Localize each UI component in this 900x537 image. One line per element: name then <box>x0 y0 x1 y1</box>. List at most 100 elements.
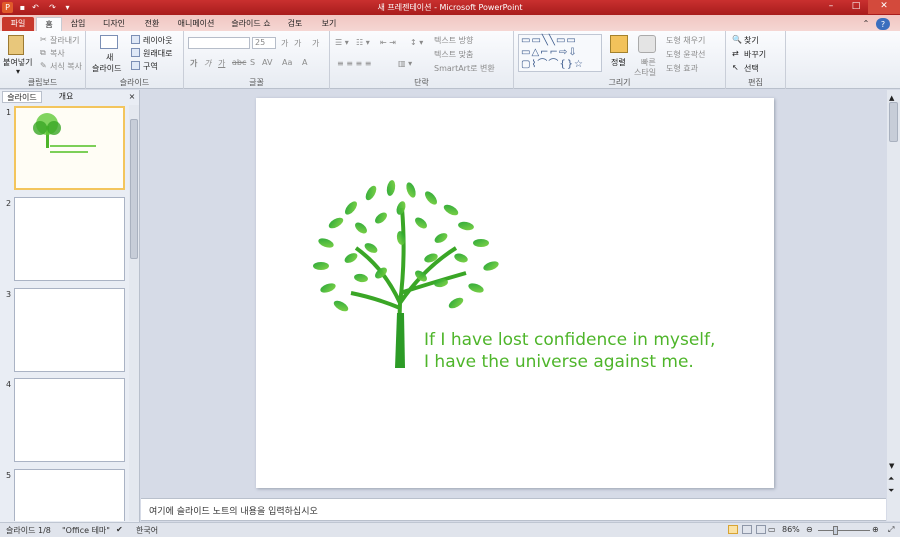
minimize-button[interactable]: – <box>818 0 844 14</box>
slide-canvas[interactable]: If I have lost confidence in myself, I h… <box>256 98 774 488</box>
shapes-gallery[interactable]: ▭▭╲╲▭▭ ▭△⌐⌐⇨⇩ ▢⌇⌒⌒{}☆ <box>518 34 602 72</box>
theme-name: "Office 테마" <box>62 526 110 535</box>
tab-review[interactable]: 검토 <box>280 17 310 31</box>
align-text-button[interactable]: 텍스트 맞춤 <box>434 49 473 60</box>
reset-icon <box>131 48 140 57</box>
numbering-icon[interactable]: ☷ ▾ <box>356 38 370 47</box>
underline-button[interactable]: 가 <box>218 58 225 69</box>
spacing-button[interactable]: AV <box>262 58 272 67</box>
tab-home[interactable]: 홈 <box>36 17 62 31</box>
select-button[interactable]: 선택 <box>744 63 759 74</box>
quote-line-2: I have the universe against me. <box>424 352 694 372</box>
tab-slideshow[interactable]: 슬라이드 쇼 <box>226 17 276 31</box>
help-icon[interactable]: ? <box>876 18 890 30</box>
tab-slides-panel[interactable]: 슬라이드 <box>2 91 42 103</box>
smartart-button[interactable]: SmartArt로 변환 <box>434 63 495 74</box>
ribbon-minimize-icon[interactable]: ⌃ <box>860 17 872 31</box>
next-slide-icon[interactable]: ⏷ <box>888 486 894 496</box>
normal-view-icon[interactable] <box>728 525 738 534</box>
case-button[interactable]: Aa <box>282 58 292 67</box>
scroll-up-icon[interactable]: ▲ <box>889 94 894 102</box>
thumb-number: 3 <box>6 290 12 299</box>
tab-transitions[interactable]: 전환 <box>136 17 168 31</box>
shrink-font-button[interactable]: 가 <box>294 38 301 49</box>
layout-button[interactable]: 레이아웃 <box>143 35 172 46</box>
slide-sorter-icon[interactable] <box>742 525 752 534</box>
bold-button[interactable]: 가 <box>190 58 197 69</box>
arrange-icon <box>610 35 628 53</box>
font-color-icon[interactable]: A <box>302 58 307 67</box>
shadow-button[interactable]: S <box>250 58 255 67</box>
zoom-out-icon[interactable]: ⊖ <box>806 525 813 534</box>
zoom-slider[interactable] <box>818 530 870 531</box>
new-slide-label1[interactable]: 새 <box>106 52 113 63</box>
shape-effects-button[interactable]: 도형 효과 <box>666 63 698 74</box>
scroll-down-icon[interactable]: ▼ <box>889 462 894 470</box>
tab-animations[interactable]: 애니메이션 <box>170 17 222 31</box>
language[interactable]: 한국어 <box>136 525 158 536</box>
bullets-icon[interactable]: ☰ ▾ <box>335 38 349 47</box>
shape-outline-button[interactable]: 도형 윤곽선 <box>666 49 705 60</box>
prev-slide-icon[interactable]: ⏶ <box>888 474 894 484</box>
scroll-thumb[interactable] <box>130 119 138 259</box>
slide-thumbnail-5[interactable] <box>14 469 125 521</box>
font-size-combo[interactable]: 25 <box>252 37 276 49</box>
close-button[interactable]: ✕ <box>868 0 900 14</box>
strike-button[interactable]: abc <box>232 58 246 67</box>
ribbon-tabs: 파일 홈 삽입 디자인 전환 애니메이션 슬라이드 쇼 검토 보기 ⌃ ? <box>0 15 900 31</box>
clear-format-button[interactable]: 가 <box>312 38 319 49</box>
grow-font-button[interactable]: 가 <box>281 38 288 49</box>
cut-icon: ✂ <box>40 35 47 44</box>
slide-thumbnail-4[interactable] <box>14 378 125 462</box>
group-paragraph: ☰ ▾ ☷ ▾ ⇤ ⇥ ↕ ▾ ≡ ≡ ≡ ≡ ▥ ▾ 텍스트 방향 텍스트 맞… <box>330 31 514 89</box>
slide-thumbnail-3[interactable] <box>14 288 125 372</box>
spellcheck-icon[interactable]: ✔ <box>116 525 123 534</box>
reset-button[interactable]: 원래대로 <box>143 48 172 59</box>
slideshow-icon[interactable]: ▭ <box>768 525 776 534</box>
text-direction-button[interactable]: 텍스트 방향 <box>434 35 473 46</box>
indent-icons[interactable]: ⇤ ⇥ <box>380 38 396 47</box>
find-button[interactable]: 찾기 <box>744 35 759 46</box>
editor-scrollbar[interactable]: ▲ ▼ ⏶ ⏷ <box>887 90 900 521</box>
reading-view-icon[interactable] <box>756 525 766 534</box>
replace-icon: ⇄ <box>732 49 739 58</box>
cut-button[interactable]: 잘라내기 <box>50 35 79 46</box>
zoom-level[interactable]: 86% <box>782 525 800 534</box>
slide-pane-scrollbar[interactable] <box>129 105 139 521</box>
thumb-number: 4 <box>6 380 12 389</box>
italic-button[interactable]: 가 <box>204 58 211 69</box>
zoom-slider-thumb[interactable] <box>833 526 838 535</box>
font-label: 글꼴 <box>249 78 264 87</box>
format-painter-button[interactable]: 서식 복사 <box>50 61 82 72</box>
tab-file[interactable]: 파일 <box>2 17 34 31</box>
title-bar: P ▪ ↶ ↷ ▾ 새 프레젠테이션 - Microsoft PowerPoin… <box>0 0 900 15</box>
slide-thumbnail-2[interactable] <box>14 197 125 281</box>
slide-thumbnail-1[interactable] <box>14 106 125 190</box>
tab-outline-panel[interactable]: 개요 <box>46 91 86 103</box>
align-icons[interactable]: ≡ ≡ ≡ ≡ <box>337 59 371 68</box>
tab-view[interactable]: 보기 <box>314 17 344 31</box>
ribbon: 붙여넣기 ▾ ✂ 잘라내기 ⧉ 복사 ✎ 서식 복사 클립보드 새 슬라이드 레… <box>0 31 900 89</box>
replace-button[interactable]: 바꾸기 <box>744 49 766 60</box>
tab-insert[interactable]: 삽입 <box>64 17 92 31</box>
drawing-label: 그리기 <box>608 78 631 87</box>
font-name-combo[interactable] <box>188 37 250 49</box>
zoom-in-icon[interactable]: ⊕ <box>872 525 879 534</box>
new-slide-button[interactable]: 슬라이드 <box>92 63 121 74</box>
shape-fill-button[interactable]: 도형 채우기 <box>666 35 705 46</box>
paragraph-label: 단락 <box>414 78 429 87</box>
group-editing: 🔍 찾기 ⇄ 바꾸기 ↖ 선택 편집 <box>726 31 786 89</box>
select-icon: ↖ <box>732 63 739 72</box>
notes-pane[interactable]: 여기에 슬라이드 노트의 내용을 입력하십시오 <box>141 498 886 521</box>
columns-icon[interactable]: ▥ ▾ <box>398 59 412 68</box>
line-spacing-icon[interactable]: ↕ ▾ <box>410 38 423 47</box>
panel-close-button[interactable]: × <box>126 91 138 103</box>
group-slides: 새 슬라이드 레이아웃 원래대로 구역 슬라이드 <box>86 31 184 89</box>
copy-button[interactable]: 복사 <box>50 48 65 59</box>
section-button[interactable]: 구역 <box>143 61 158 72</box>
fit-window-icon[interactable]: ⤢ <box>888 525 894 535</box>
tab-design[interactable]: 디자인 <box>96 17 132 31</box>
maximize-button[interactable]: □ <box>844 0 868 14</box>
arrange-button[interactable]: 정렬 <box>611 57 626 68</box>
scroll-thumb[interactable] <box>889 102 898 142</box>
